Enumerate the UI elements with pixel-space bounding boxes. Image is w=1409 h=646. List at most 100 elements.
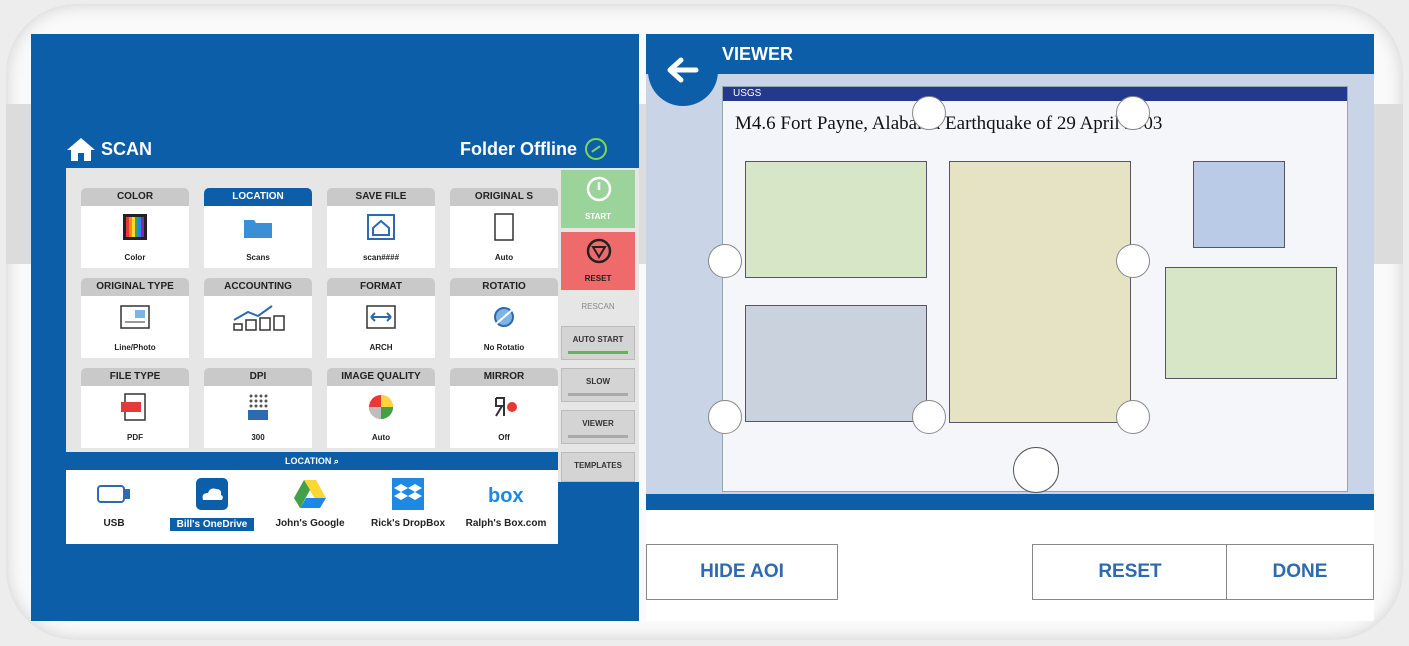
globe-inset [1013, 447, 1059, 493]
offline-status-icon [585, 138, 607, 160]
scanned-poster-preview: USGS M4.6 Fort Payne, Alabama Earthquake… [722, 86, 1348, 493]
destination-label: USB [103, 518, 125, 529]
destination-dropbox[interactable]: Rick's DropBox [360, 474, 456, 540]
reset-label: RESET [584, 274, 612, 283]
tile-format[interactable]: FORMAT ARCH [327, 278, 435, 358]
tile-file-type[interactable]: FILE TYPE PDF [81, 368, 189, 448]
toggle-indicator [568, 435, 628, 438]
tile-label: COLOR [81, 188, 189, 206]
aoi-handle[interactable] [912, 96, 946, 130]
mirror-icon [495, 397, 517, 417]
viewer-canvas: USGS M4.6 Fort Payne, Alabama Earthquake… [646, 34, 1374, 494]
poster-title: M4.6 Fort Payne, Alabama Earthquake of 2… [735, 113, 1163, 134]
box-icon: box [488, 485, 524, 507]
image-quality-icon [369, 395, 393, 419]
tile-label: ACCOUNTING [204, 278, 312, 296]
format-icon [366, 305, 396, 329]
auto-start-toggle[interactable]: AUTO START [561, 326, 635, 360]
tile-label: ROTATIO [450, 278, 558, 296]
rotation-icon [494, 307, 514, 327]
location-bar[interactable]: LOCATION ⌕ [66, 452, 558, 470]
rescan-button[interactable]: RESCAN [561, 296, 635, 318]
slow-label: SLOW [586, 377, 610, 386]
destination-list: USB Bill's OneDrive John's Google Rick's… [66, 470, 558, 544]
svg-text:box: box [488, 485, 524, 507]
color-swatch-icon [123, 214, 147, 240]
home-icon[interactable] [65, 136, 97, 162]
tile-value: ARCH [369, 343, 393, 352]
tile-label: FILE TYPE [81, 368, 189, 386]
arrow-left-icon [667, 57, 699, 83]
tile-value: Scans [246, 253, 270, 262]
google-drive-icon [294, 480, 326, 508]
destination-google[interactable]: John's Google [262, 474, 358, 540]
tile-save-file[interactable]: SAVE FILE scan#### [327, 188, 435, 268]
map-thumbnail [1165, 267, 1337, 379]
scan-title: SCAN [101, 139, 153, 159]
aoi-handle[interactable] [912, 400, 946, 434]
back-button[interactable] [648, 36, 718, 106]
usgs-logo: USGS [733, 88, 762, 99]
tile-image-quality[interactable]: IMAGE QUALITY Auto [327, 368, 435, 448]
aoi-handle[interactable] [708, 244, 742, 278]
destination-label: Ralph's Box.com [465, 518, 547, 529]
aoi-handle[interactable] [708, 400, 742, 434]
tile-original-size[interactable]: ORIGINAL S Auto [450, 188, 558, 268]
tile-dpi[interactable]: DPI 300 [204, 368, 312, 448]
usb-icon [97, 485, 130, 503]
map-thumbnail [949, 161, 1131, 423]
start-label: START [584, 212, 612, 221]
line-photo-icon [120, 305, 150, 329]
tile-color[interactable]: COLOR Color [81, 188, 189, 268]
auto-start-label: AUTO START [572, 335, 624, 344]
destination-label: John's Google [275, 518, 345, 529]
tile-value: 300 [251, 433, 265, 442]
tile-original-type[interactable]: ORIGINAL TYPE Line/Photo [81, 278, 189, 358]
templates-button[interactable]: TEMPLATES [561, 452, 635, 482]
reset-scan-button[interactable]: RESET [561, 232, 635, 290]
tile-value: PDF [127, 433, 143, 442]
map-thumbnail [1193, 161, 1285, 248]
map-thumbnail [745, 161, 927, 278]
tile-value: Auto [371, 433, 391, 442]
slow-toggle[interactable]: SLOW [561, 368, 635, 402]
stop-icon [586, 238, 612, 264]
tile-mirror[interactable]: MIRROR Off [450, 368, 558, 448]
done-button[interactable]: DONE [1226, 544, 1374, 600]
destination-onedrive[interactable]: Bill's OneDrive [164, 474, 260, 540]
aoi-handle[interactable] [1116, 96, 1150, 130]
viewer-label: VIEWER [582, 419, 614, 428]
tile-location[interactable]: LOCATION Scans [204, 188, 312, 268]
hide-aoi-button[interactable]: HIDE AOI [646, 544, 838, 600]
destination-label: Bill's OneDrive [170, 518, 254, 531]
toggle-indicator [568, 351, 628, 354]
folder-status: Folder Offline [460, 139, 577, 159]
tile-rotation[interactable]: ROTATIO No Rotatio [450, 278, 558, 358]
preview-area[interactable]: USGS M4.6 Fort Payne, Alabama Earthquake… [646, 74, 1374, 494]
viewer-toggle[interactable]: VIEWER [561, 410, 635, 444]
tile-accounting[interactable]: ACCOUNTING [204, 278, 312, 358]
destination-usb[interactable]: USB [66, 474, 162, 540]
destination-box[interactable]: box Ralph's Box.com [458, 474, 554, 540]
reset-viewer-button[interactable]: RESET [1032, 544, 1228, 600]
viewer-panel: USGS M4.6 Fort Payne, Alabama Earthquake… [646, 34, 1374, 621]
onedrive-icon [196, 478, 228, 510]
tile-label: IMAGE QUALITY [327, 368, 435, 386]
scan-header: SCAN Folder Offline [31, 130, 639, 170]
aoi-handle[interactable] [1116, 244, 1150, 278]
settings-grid: COLOR Color LOCATION Scans SAVE FILE sca… [66, 168, 558, 482]
page-size-icon [494, 213, 514, 241]
start-button[interactable]: START [561, 170, 635, 228]
tile-label: ORIGINAL S [450, 188, 558, 206]
tile-value: Auto [494, 253, 514, 262]
map-thumbnail [745, 305, 927, 422]
tile-label: SAVE FILE [327, 188, 435, 206]
tile-value: Color [124, 253, 146, 262]
aoi-handle[interactable] [1116, 400, 1150, 434]
poster-header: USGS [723, 87, 1347, 101]
viewer-divider [646, 494, 1374, 510]
location-bar-label: LOCATION [285, 456, 332, 466]
dropbox-icon [392, 478, 424, 510]
tile-label: MIRROR [450, 368, 558, 386]
side-button-column: START RESET RESCAN AUTO START SLOW VIEWE… [558, 168, 639, 482]
